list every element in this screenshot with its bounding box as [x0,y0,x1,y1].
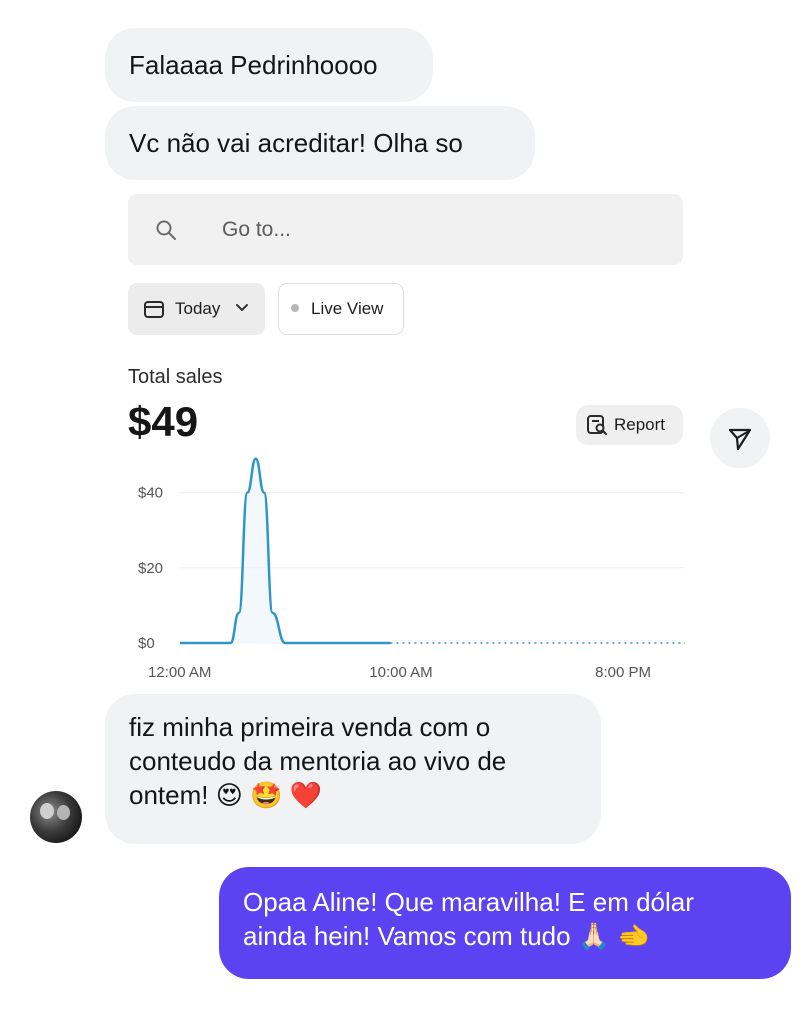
search-bar[interactable]: Go to... [128,194,683,265]
shared-screenshot-card: Go to... Today Live View Total sales $49… [105,180,695,690]
y-tick-label: $40 [138,485,163,502]
series-area [180,458,391,643]
x-tick-label: 8:00 PM [595,664,651,681]
heart-eyes-emoji: 😍 [215,781,243,811]
sales-line-chart: $0 $20 $40 12:00 AM 10:00 AM 8:00 PM [138,457,685,681]
date-filter-label: Today [175,299,221,318]
search-placeholder: Go to... [222,218,291,241]
search-icon [156,220,176,240]
incoming-message-3: fiz minha primeira venda com o conteudo … [105,694,601,844]
calendar-icon [144,301,164,318]
message-line: ontem! [129,780,209,810]
report-icon [587,415,607,435]
share-button[interactable] [710,408,770,468]
x-tick-label: 10:00 AM [369,664,432,681]
total-sales-label: Total sales [128,366,223,388]
send-icon [728,428,752,451]
series-line [180,457,391,645]
live-view-label: Live View [311,299,384,318]
message-line: ainda hein! Vamos com tudo [243,921,571,951]
message-text: Falaaaa Pedrinhoooo [129,50,378,80]
star-struck-emoji: 🤩 [250,781,283,811]
avatar[interactable] [30,791,82,843]
heart-emoji: ❤️ [289,781,323,811]
incoming-message-2: Vc não vai acreditar! Olha so [105,106,535,180]
incoming-message-1: Falaaaa Pedrinhoooo [105,28,433,102]
hand-emoji: 🫲 [617,922,650,952]
live-view-button[interactable]: Live View [278,283,404,335]
message-line: conteudo da mentoria ao vivo de [129,746,507,776]
date-filter-button[interactable]: Today [128,283,265,335]
y-tick-label: $20 [138,560,163,577]
outgoing-message: Opaa Aline! Que maravilha! E em dólar ai… [219,867,791,979]
live-status-dot [291,304,299,312]
folded-hands-emoji: 🙏🏻 [577,922,611,952]
x-tick-label: 12:00 AM [148,664,211,681]
message-line: Opaa Aline! Que maravilha! E em dólar [243,887,694,917]
message-text: Vc não vai acreditar! Olha so [129,128,463,158]
report-button[interactable]: Report [576,405,683,445]
message-line: fiz minha primeira venda com o [129,712,491,742]
y-tick-label: $0 [138,635,155,652]
chevron-down-icon [236,304,248,311]
total-sales-value: $49 [128,398,199,445]
report-label: Report [614,415,666,434]
